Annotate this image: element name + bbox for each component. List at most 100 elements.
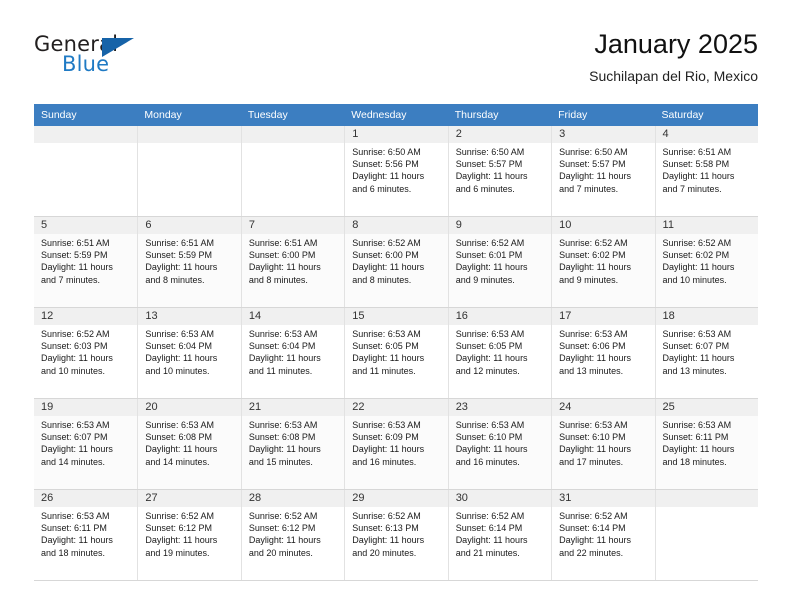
sunset-time: Sunset: 6:14 PM: [559, 523, 626, 534]
calendar-day-cell[interactable]: 3 Sunrise: 6:50 AM Sunset: 5:57 PM Daylight…: [551, 126, 655, 217]
day-details: Sunrise: 6:53 AM Sunset: 6:11 PM Daylight:…: [656, 416, 758, 468]
day-cell-inner: 1 Sunrise: 6:50 AM Sunset: 5:56 PM Daylight…: [344, 126, 448, 216]
day-details: Sunrise: 6:53 AM Sunset: 6:04 PM Daylight:…: [138, 325, 240, 377]
day-details: Sunrise: 6:53 AM Sunset: 6:07 PM Daylight:…: [656, 325, 758, 377]
calendar-day-cell[interactable]: 22 Sunrise: 6:53 AM Sunset: 6:09 PM Dayligh…: [344, 398, 448, 490]
calendar-day-cell[interactable]: 25 Sunrise: 6:53 AM Sunset: 6:11 PM Dayligh…: [654, 398, 758, 490]
daylight-duration-line2: and 8 minutes.: [352, 274, 412, 285]
sunset-time: Sunset: 6:10 PM: [455, 432, 523, 443]
calendar-day-cell[interactable]: 17 Sunrise: 6:53 AM Sunset: 6:06 PM Dayligh…: [551, 307, 655, 399]
calendar-day-cell[interactable]: 10 Sunrise: 6:52 AM Sunset: 6:02 PM Dayligh…: [551, 216, 655, 308]
sunrise-time: Sunrise: 6:53 AM: [559, 420, 628, 430]
day-number: 4: [655, 126, 758, 143]
calendar-week-row: 19 Sunrise: 6:53 AM Sunset: 6:07 PM Dayligh…: [34, 398, 758, 490]
day-details: Sunrise: 6:53 AM Sunset: 6:11 PM Daylight:…: [34, 507, 137, 559]
daylight-duration-line1: Daylight: 11 hours: [662, 262, 735, 273]
sunset-time: Sunset: 5:56 PM: [352, 159, 419, 170]
daylight-duration-line2: and 14 minutes.: [41, 456, 106, 467]
day-details: Sunrise: 6:51 AM Sunset: 5:58 PM Daylight:…: [656, 143, 758, 195]
calendar-day-cell[interactable]: 27 Sunrise: 6:52 AM Sunset: 6:12 PM Dayligh…: [137, 489, 241, 581]
calendar-day-cell[interactable]: 15 Sunrise: 6:53 AM Sunset: 6:05 PM Dayligh…: [344, 307, 448, 399]
day-number: [655, 490, 758, 507]
sunset-time: Sunset: 6:02 PM: [559, 250, 626, 261]
day-cell-inner: 11 Sunrise: 6:52 AM Sunset: 6:02 PM Dayligh…: [654, 217, 758, 307]
calendar-week-row: 1 Sunrise: 6:50 AM Sunset: 5:56 PM Daylight…: [34, 126, 758, 217]
daylight-duration-line2: and 10 minutes.: [145, 365, 210, 376]
daylight-duration-line2: and 9 minutes.: [559, 274, 619, 285]
day-number: 11: [655, 217, 758, 234]
day-number: 3: [552, 126, 655, 143]
sunset-time: Sunset: 6:09 PM: [352, 432, 419, 443]
calendar-day-cell[interactable]: 14 Sunrise: 6:53 AM Sunset: 6:04 PM Dayligh…: [240, 307, 345, 399]
daylight-duration-line2: and 7 minutes.: [559, 183, 619, 194]
calendar-day-cell[interactable]: 24 Sunrise: 6:53 AM Sunset: 6:10 PM Dayligh…: [551, 398, 655, 490]
calendar-day-cell[interactable]: 21 Sunrise: 6:53 AM Sunset: 6:08 PM Dayligh…: [240, 398, 345, 490]
daylight-duration-line1: Daylight: 11 hours: [662, 171, 735, 182]
calendar-day-cell[interactable]: 11 Sunrise: 6:52 AM Sunset: 6:02 PM Dayligh…: [654, 216, 758, 308]
sunrise-time: Sunrise: 6:51 AM: [662, 147, 732, 157]
sunrise-time: Sunrise: 6:53 AM: [352, 329, 421, 339]
sunrise-time: Sunrise: 6:52 AM: [352, 511, 421, 521]
day-details: Sunrise: 6:52 AM Sunset: 6:00 PM Daylight:…: [345, 234, 447, 286]
calendar-day-cell[interactable]: 5 Sunrise: 6:51 AM Sunset: 5:59 PM Daylight…: [34, 216, 138, 308]
day-details: Sunrise: 6:53 AM Sunset: 6:05 PM Daylight:…: [345, 325, 447, 377]
calendar-empty-cell: [240, 126, 345, 217]
calendar-day-cell[interactable]: 20 Sunrise: 6:53 AM Sunset: 6:08 PM Dayligh…: [137, 398, 241, 490]
calendar-day-cell[interactable]: 31 Sunrise: 6:52 AM Sunset: 6:14 PM Dayligh…: [551, 489, 655, 581]
day-number: 18: [655, 308, 758, 325]
weekday-header-monday: Monday: [137, 104, 241, 126]
sunrise-time: Sunrise: 6:53 AM: [352, 420, 421, 430]
calendar-day-cell[interactable]: 6 Sunrise: 6:51 AM Sunset: 5:59 PM Daylight…: [137, 216, 241, 308]
calendar-day-cell[interactable]: 28 Sunrise: 6:52 AM Sunset: 6:12 PM Dayligh…: [240, 489, 345, 581]
day-cell-inner: 20 Sunrise: 6:53 AM Sunset: 6:08 PM Dayligh…: [137, 399, 241, 489]
calendar-day-cell[interactable]: 26 Sunrise: 6:53 AM Sunset: 6:11 PM Dayligh…: [34, 489, 138, 581]
day-details: Sunrise: 6:53 AM Sunset: 6:04 PM Daylight:…: [242, 325, 344, 377]
day-cell-inner: 9 Sunrise: 6:52 AM Sunset: 6:01 PM Daylight…: [447, 217, 552, 307]
calendar-day-cell[interactable]: 9 Sunrise: 6:52 AM Sunset: 6:01 PM Daylight…: [447, 216, 552, 308]
calendar-empty-cell: [34, 126, 138, 217]
calendar-day-cell[interactable]: 1 Sunrise: 6:50 AM Sunset: 5:56 PM Daylight…: [344, 126, 448, 217]
calendar-day-cell[interactable]: 4 Sunrise: 6:51 AM Sunset: 5:58 PM Daylight…: [654, 126, 758, 217]
daylight-duration-line2: and 10 minutes.: [41, 365, 106, 376]
general-blue-logo: General Blue: [34, 32, 214, 88]
calendar-day-cell[interactable]: 13 Sunrise: 6:53 AM Sunset: 6:04 PM Dayligh…: [137, 307, 241, 399]
daylight-duration-line1: Daylight: 11 hours: [145, 353, 218, 364]
daylight-duration-line2: and 15 minutes.: [248, 456, 313, 467]
calendar-day-cell[interactable]: 30 Sunrise: 6:52 AM Sunset: 6:14 PM Dayligh…: [447, 489, 552, 581]
sunset-time: Sunset: 5:59 PM: [145, 250, 212, 261]
daylight-duration-line2: and 22 minutes.: [559, 547, 624, 558]
sunrise-time: Sunrise: 6:52 AM: [41, 329, 110, 339]
day-cell-inner: 6 Sunrise: 6:51 AM Sunset: 5:59 PM Daylight…: [137, 217, 241, 307]
calendar-empty-cell: [654, 489, 758, 581]
day-details: Sunrise: 6:53 AM Sunset: 6:07 PM Daylight:…: [34, 416, 137, 468]
sunset-time: Sunset: 6:06 PM: [559, 341, 626, 352]
calendar-day-cell[interactable]: 18 Sunrise: 6:53 AM Sunset: 6:07 PM Dayligh…: [654, 307, 758, 399]
day-number: 12: [34, 308, 138, 325]
daylight-duration-line2: and 8 minutes.: [248, 274, 308, 285]
day-cell-inner: 31 Sunrise: 6:52 AM Sunset: 6:14 PM Dayligh…: [551, 490, 655, 580]
sunset-time: Sunset: 6:08 PM: [248, 432, 316, 443]
title-block: January 2025 Suchilapan del Rio, Mexico: [589, 28, 758, 86]
sunset-time: Sunset: 6:00 PM: [352, 250, 419, 261]
calendar-day-cell[interactable]: 12 Sunrise: 6:52 AM Sunset: 6:03 PM Dayligh…: [34, 307, 138, 399]
sunset-time: Sunset: 6:14 PM: [455, 523, 523, 534]
day-cell-inner: 29 Sunrise: 6:52 AM Sunset: 6:13 PM Dayligh…: [344, 490, 448, 580]
day-details: Sunrise: 6:50 AM Sunset: 5:57 PM Daylight:…: [449, 143, 551, 195]
calendar-day-cell[interactable]: 29 Sunrise: 6:52 AM Sunset: 6:13 PM Dayligh…: [344, 489, 448, 581]
calendar-day-cell[interactable]: 8 Sunrise: 6:52 AM Sunset: 6:00 PM Daylight…: [344, 216, 448, 308]
calendar-day-cell[interactable]: 7 Sunrise: 6:51 AM Sunset: 6:00 PM Daylight…: [240, 216, 345, 308]
sunrise-time: Sunrise: 6:51 AM: [41, 238, 110, 248]
daylight-duration-line1: Daylight: 11 hours: [352, 353, 425, 364]
sunrise-time: Sunrise: 6:50 AM: [559, 147, 628, 157]
daylight-duration-line2: and 7 minutes.: [662, 183, 722, 194]
daylight-duration-line1: Daylight: 11 hours: [145, 262, 218, 273]
calendar-day-cell[interactable]: 16 Sunrise: 6:53 AM Sunset: 6:05 PM Dayligh…: [447, 307, 552, 399]
sunset-time: Sunset: 5:59 PM: [41, 250, 108, 261]
sunrise-time: Sunrise: 6:53 AM: [145, 329, 214, 339]
calendar-day-cell[interactable]: 19 Sunrise: 6:53 AM Sunset: 6:07 PM Dayligh…: [34, 398, 138, 490]
calendar-day-cell[interactable]: 2 Sunrise: 6:50 AM Sunset: 5:57 PM Daylight…: [447, 126, 552, 217]
daylight-duration-line2: and 10 minutes.: [662, 274, 727, 285]
calendar-day-cell[interactable]: 23 Sunrise: 6:53 AM Sunset: 6:10 PM Dayligh…: [447, 398, 552, 490]
day-details: Sunrise: 6:52 AM Sunset: 6:14 PM Daylight:…: [449, 507, 551, 559]
weekday-header-tuesday: Tuesday: [240, 104, 345, 126]
